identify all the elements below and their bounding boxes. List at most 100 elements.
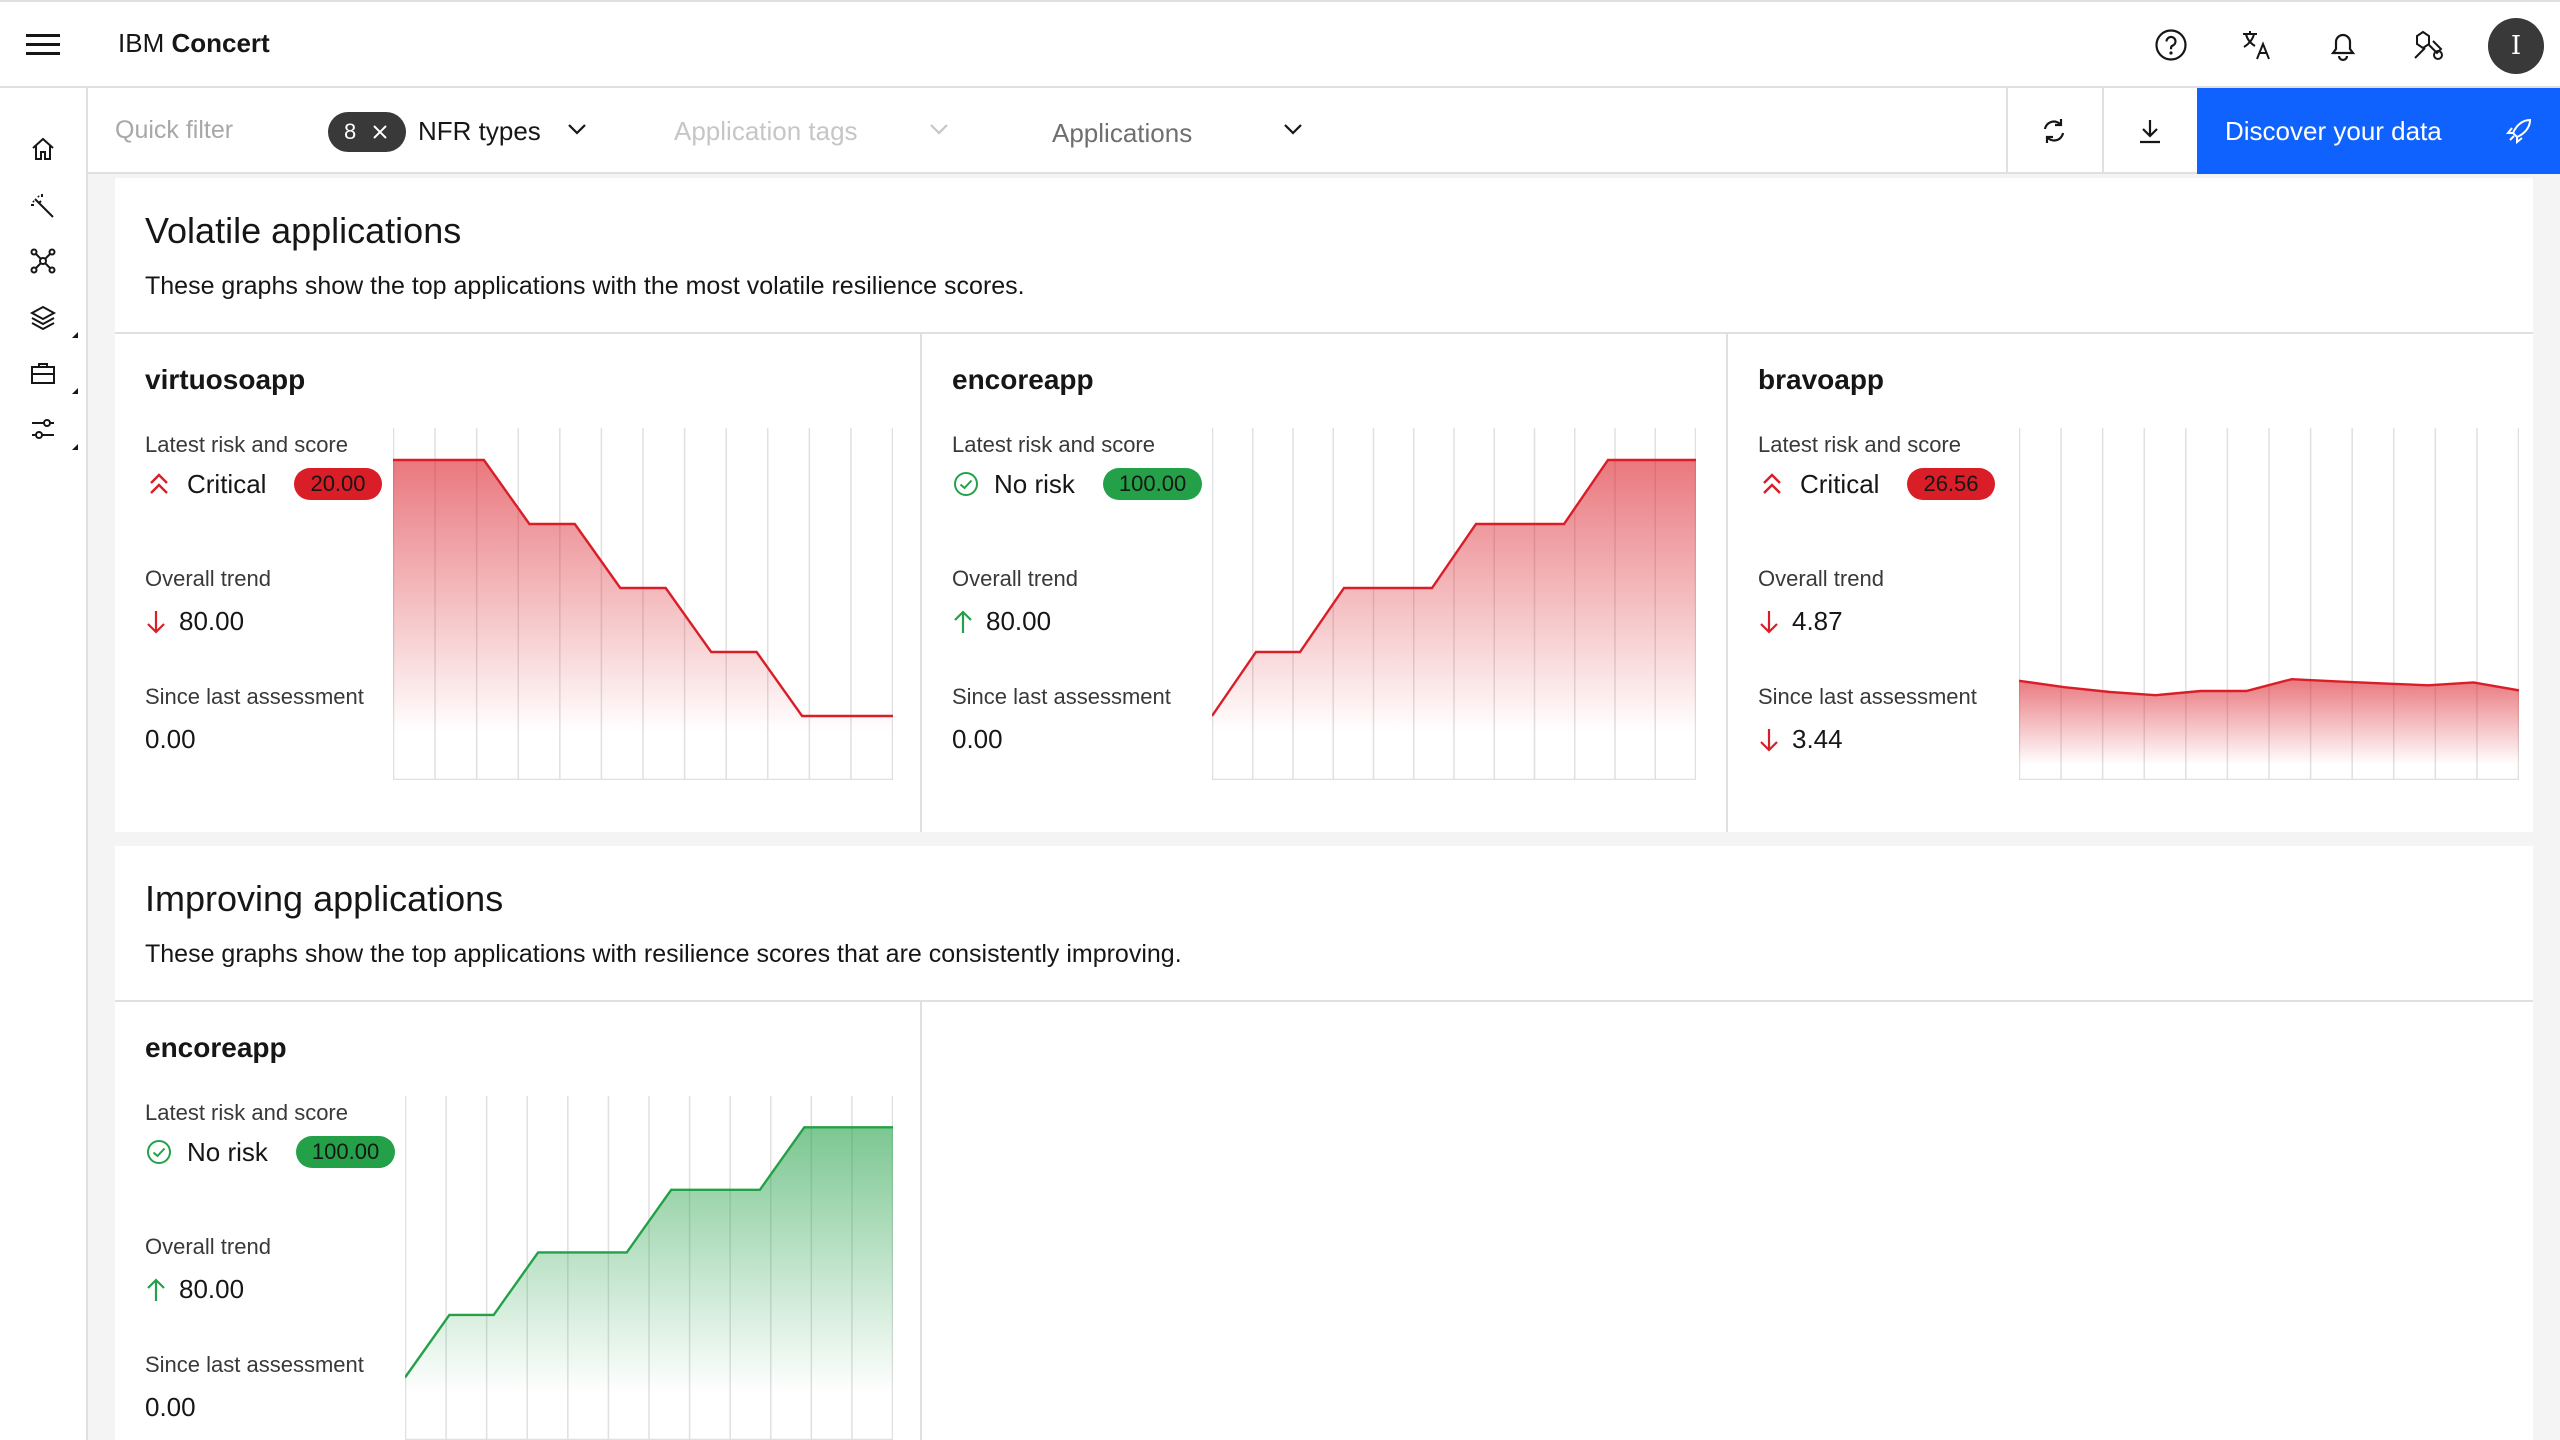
arrow-down-icon bbox=[147, 610, 165, 634]
chevron-down-icon[interactable] bbox=[1282, 118, 1304, 140]
refresh-icon bbox=[2043, 119, 2065, 143]
overall-trend-label: Overall trend bbox=[145, 566, 271, 591]
nfr-types-dropdown[interactable]: NFR types bbox=[418, 116, 541, 147]
score-badge: 100.00 bbox=[295, 1136, 396, 1168]
brand-prefix: IBM bbox=[118, 28, 165, 58]
arrow-up-icon bbox=[147, 1277, 165, 1301]
app-card: bravoapp Latest risk and score Critical … bbox=[1728, 334, 2533, 832]
download-icon bbox=[2140, 120, 2160, 144]
menu-icon[interactable] bbox=[26, 34, 60, 56]
app-card: encoreapp Latest risk and score No risk … bbox=[922, 334, 1726, 832]
latest-risk-label: Latest risk and score bbox=[145, 1100, 348, 1125]
arrow-down-icon bbox=[1760, 610, 1778, 634]
score-chart bbox=[405, 1096, 893, 1440]
translate-icon[interactable] bbox=[2234, 22, 2280, 68]
section-title: Volatile applications bbox=[145, 210, 462, 251]
discover-label: Discover your data bbox=[2225, 115, 2442, 146]
score-chart bbox=[393, 428, 893, 780]
app-name: encoreapp bbox=[145, 1032, 287, 1063]
refresh-button[interactable] bbox=[2006, 88, 2100, 174]
risk-label: Critical bbox=[187, 468, 267, 499]
section-title: Improving applications bbox=[145, 878, 504, 919]
risk-label: No risk bbox=[994, 468, 1075, 499]
arrow-up-icon bbox=[954, 609, 972, 633]
since-value: 3.44 bbox=[1792, 724, 1843, 754]
help-icon[interactable] bbox=[2148, 22, 2194, 68]
section-description: These graphs show the top applications w… bbox=[145, 940, 1182, 968]
score-badge: 100.00 bbox=[1102, 468, 1203, 500]
app-card: virtuosoapp Latest risk and score Critic… bbox=[115, 334, 921, 832]
brand-title[interactable]: IBM Concert bbox=[118, 28, 270, 59]
user-avatar[interactable]: I bbox=[2488, 18, 2544, 74]
latest-risk-label: Latest risk and score bbox=[952, 432, 1155, 457]
card-divider bbox=[920, 1002, 922, 1440]
since-value: 0.00 bbox=[952, 724, 1003, 754]
applications-dropdown[interactable]: Applications bbox=[1052, 118, 1192, 149]
overall-trend-value: 80.00 bbox=[952, 606, 1051, 637]
briefcase-icon[interactable] bbox=[24, 354, 62, 392]
improving-section: Improving applications These graphs show… bbox=[115, 846, 2533, 1440]
score-chart bbox=[1212, 428, 1696, 780]
series-area bbox=[2019, 679, 2519, 780]
risk-label: Critical bbox=[1800, 468, 1880, 499]
settings-adjust-icon[interactable] bbox=[24, 410, 62, 448]
checkmark-outline-icon bbox=[952, 470, 980, 498]
critical-chevron-icon bbox=[1758, 470, 1786, 498]
expand-corner-icon bbox=[72, 332, 78, 338]
app-name: virtuosoapp bbox=[145, 364, 306, 395]
latest-risk-label: Latest risk and score bbox=[145, 432, 348, 457]
since-value: 0.00 bbox=[145, 1392, 196, 1422]
overall-trend-value: 4.87 bbox=[1758, 606, 1843, 637]
app-card: encoreapp Latest risk and score No risk … bbox=[115, 1002, 921, 1440]
critical-chevron-icon bbox=[145, 470, 173, 498]
application-tags-dropdown[interactable]: Application tags bbox=[674, 116, 858, 147]
rocket-icon bbox=[2505, 118, 2532, 145]
risk-status: No risk 100.00 bbox=[145, 1136, 396, 1168]
discover-data-button[interactable]: Discover your data bbox=[2197, 88, 2560, 174]
trend-value: 80.00 bbox=[179, 606, 245, 636]
filter-bar: Quick filter 8 NFR types Application tag… bbox=[88, 88, 2560, 174]
expand-corner-icon bbox=[72, 444, 78, 450]
overall-trend-value: 80.00 bbox=[145, 606, 244, 637]
chevron-down-icon[interactable] bbox=[566, 118, 588, 140]
since-last-value: 3.44 bbox=[1758, 724, 1843, 755]
layers-icon[interactable] bbox=[24, 298, 62, 336]
overall-trend-label: Overall trend bbox=[145, 1234, 271, 1259]
score-chart bbox=[2019, 428, 2519, 780]
section-description: These graphs show the top applications w… bbox=[145, 272, 1025, 300]
since-last-value: 0.00 bbox=[145, 1392, 196, 1423]
topology-icon[interactable] bbox=[24, 242, 62, 280]
checkmark-outline-icon bbox=[145, 1138, 173, 1166]
risk-status: No risk 100.00 bbox=[952, 468, 1203, 500]
app-name: encoreapp bbox=[952, 364, 1094, 395]
app-name: bravoapp bbox=[1758, 364, 1885, 395]
trend-value: 4.87 bbox=[1792, 606, 1843, 636]
arrow-down-icon bbox=[1760, 728, 1778, 752]
brand-name: Concert bbox=[171, 28, 270, 58]
magic-wand-icon[interactable] bbox=[24, 186, 62, 224]
notification-icon[interactable] bbox=[2320, 22, 2366, 68]
risk-status: Critical 26.56 bbox=[1758, 468, 1995, 500]
expand-corner-icon bbox=[72, 388, 78, 394]
quick-filter-input[interactable]: Quick filter bbox=[115, 116, 233, 145]
risk-status: Critical 20.00 bbox=[145, 468, 382, 500]
home-icon[interactable] bbox=[24, 130, 62, 168]
since-last-label: Since last assessment bbox=[952, 684, 1171, 709]
since-value: 0.00 bbox=[145, 724, 196, 754]
user-settings-icon[interactable] bbox=[2406, 22, 2452, 68]
download-button[interactable] bbox=[2102, 88, 2196, 174]
since-last-value: 0.00 bbox=[952, 724, 1003, 755]
side-rail bbox=[0, 88, 88, 1440]
score-badge: 26.56 bbox=[1907, 468, 1995, 500]
close-icon[interactable] bbox=[372, 124, 388, 140]
chevron-down-icon[interactable] bbox=[928, 118, 950, 140]
score-badge: 20.00 bbox=[294, 468, 382, 500]
overall-trend-label: Overall trend bbox=[952, 566, 1078, 591]
since-last-label: Since last assessment bbox=[145, 1352, 364, 1377]
trend-value: 80.00 bbox=[986, 606, 1052, 636]
nfr-count-tag[interactable]: 8 bbox=[328, 112, 406, 152]
trend-value: 80.00 bbox=[179, 1274, 245, 1304]
since-last-label: Since last assessment bbox=[1758, 684, 1977, 709]
top-header: IBM Concert I bbox=[0, 0, 2560, 88]
latest-risk-label: Latest risk and score bbox=[1758, 432, 1961, 457]
